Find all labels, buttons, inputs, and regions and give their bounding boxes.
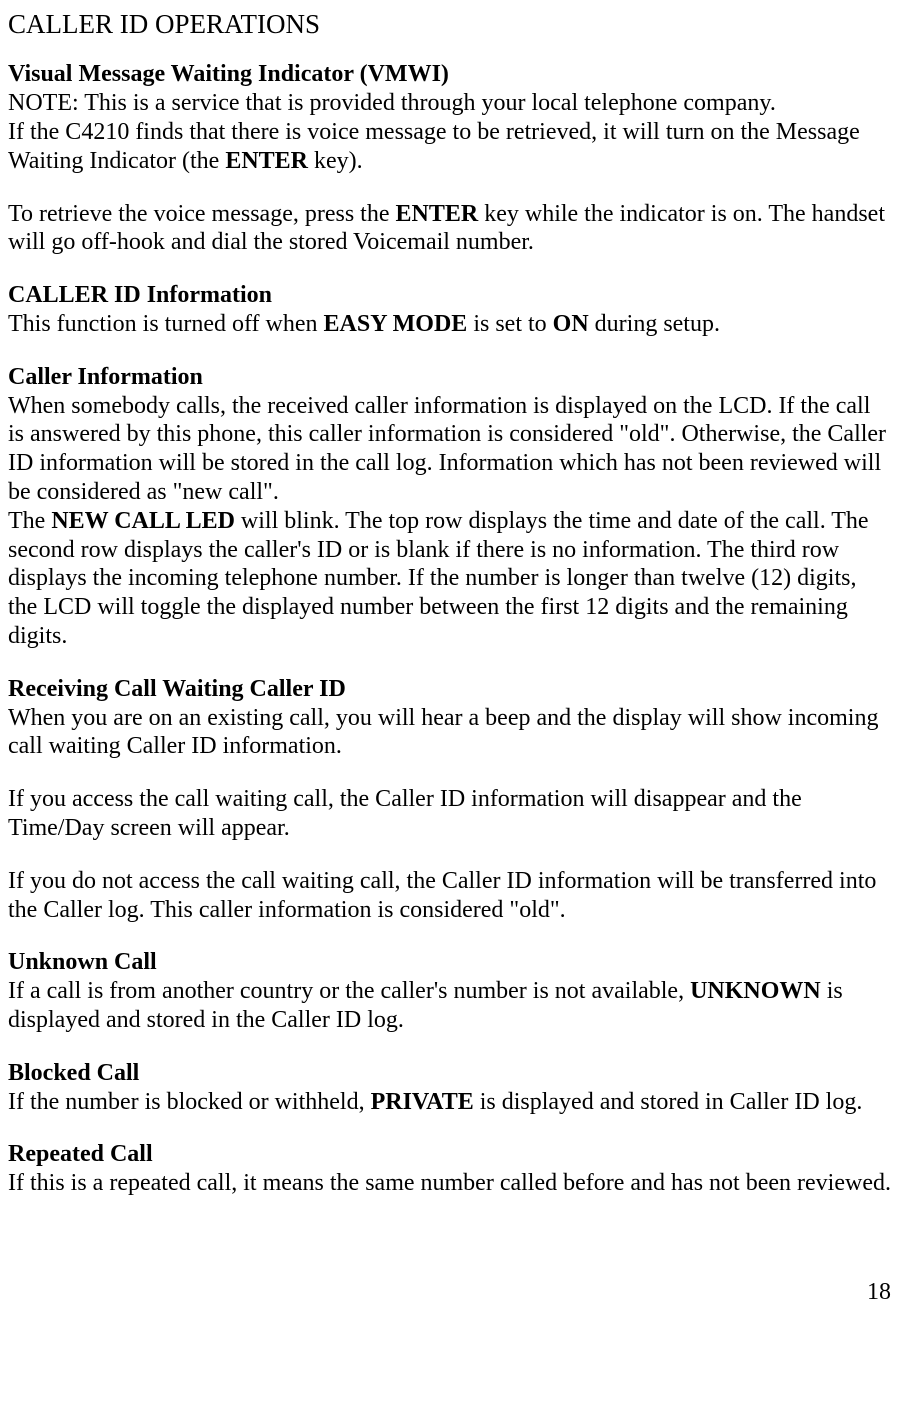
vmwi-note: NOTE: This is a service that is provided… (8, 89, 891, 118)
callerinfo-p1: When somebody calls, the received caller… (8, 392, 891, 507)
enter-key-2: ENTER (396, 201, 479, 227)
heading-unknown-call: Unknown Call (8, 948, 891, 977)
unknown-label: UNKNOWN (690, 978, 821, 1004)
heading-caller-info: Caller Information (8, 363, 891, 392)
enter-key-1: ENTER (225, 148, 308, 174)
rcw-p2: If you access the call waiting call, the… (8, 785, 891, 843)
on-label: ON (553, 311, 589, 337)
heading-repeated-call: Repeated Call (8, 1140, 891, 1169)
heading-blocked-call: Blocked Call (8, 1059, 891, 1088)
vmwi-p1: If the C4210 finds that there is voice m… (8, 118, 891, 176)
unknown-p1: If a call is from another country or the… (8, 977, 891, 1035)
blocked-p1: If the number is blocked or withheld, PR… (8, 1088, 891, 1117)
cidinfo-p1: This function is turned off when EASY MO… (8, 310, 891, 339)
page-number: 18 (8, 1278, 891, 1307)
rcw-p1: When you are on an existing call, you wi… (8, 704, 891, 762)
heading-receiving-call-waiting: Receiving Call Waiting Caller ID (8, 675, 891, 704)
rcw-p3: If you do not access the call waiting ca… (8, 867, 891, 925)
new-call-led-label: NEW CALL LED (51, 508, 235, 534)
private-label: PRIVATE (371, 1089, 474, 1115)
page-title: CALLER ID OPERATIONS (8, 8, 891, 40)
vmwi-p2: To retrieve the voice message, press the… (8, 200, 891, 258)
heading-cid-info: CALLER ID Information (8, 281, 891, 310)
heading-vmwi: Visual Message Waiting Indicator (VMWI) (8, 60, 891, 89)
repeated-p1: If this is a repeated call, it means the… (8, 1169, 891, 1198)
easy-mode-label: EASY MODE (324, 311, 468, 337)
callerinfo-p2: The NEW CALL LED will blink. The top row… (8, 507, 891, 651)
